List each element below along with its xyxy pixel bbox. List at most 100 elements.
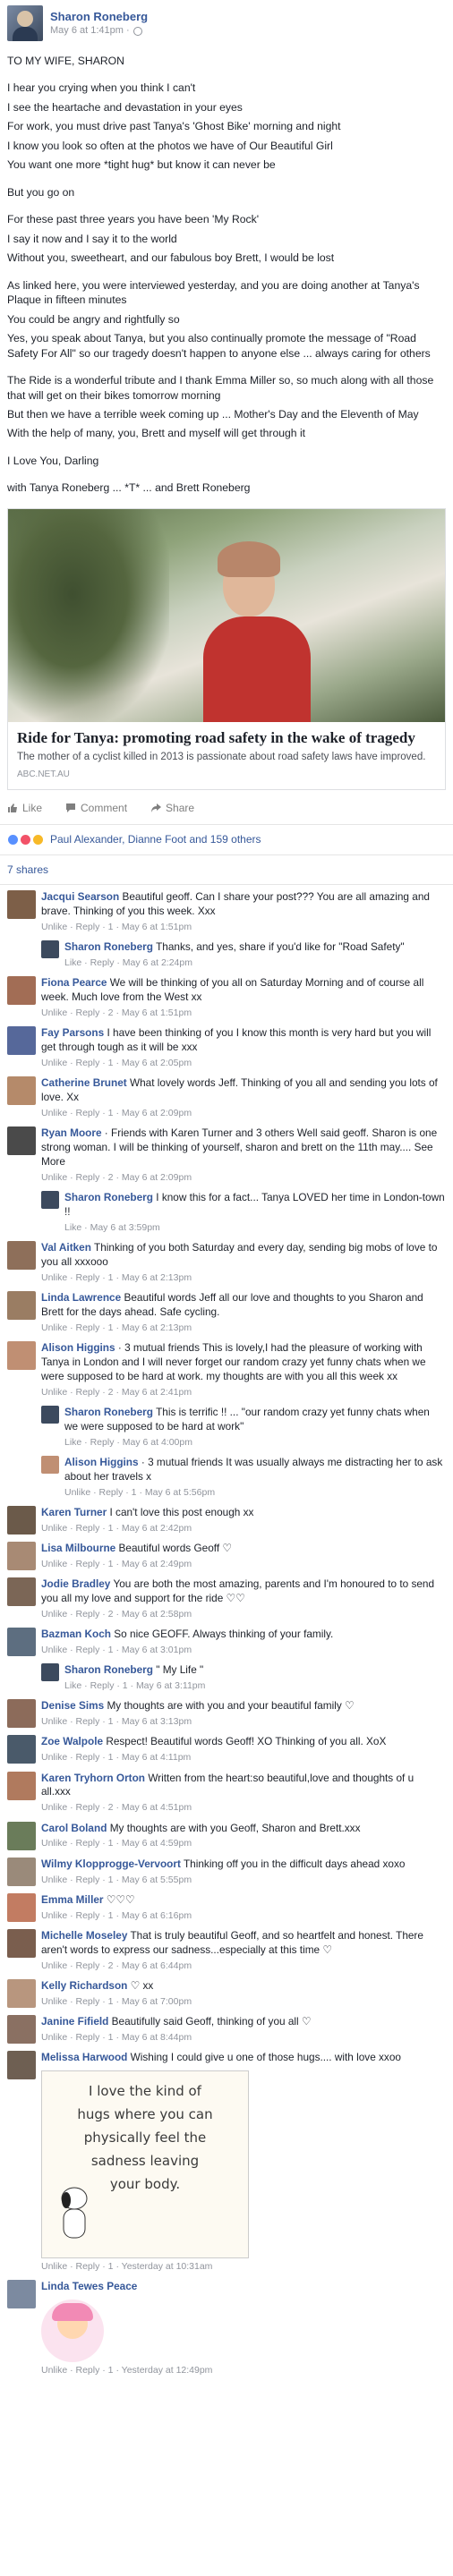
commenter-name[interactable]: Denise Sims xyxy=(41,1699,104,1712)
comment-meta[interactable]: Unlike · Reply · 1 · May 6 at 2:09pm xyxy=(41,1107,446,1119)
commenter-name[interactable]: Kelly Richardson xyxy=(41,1979,127,1992)
commenter-name[interactable]: Sharon Roneberg xyxy=(64,1663,153,1676)
commenter-avatar[interactable] xyxy=(7,889,36,919)
commenter-name[interactable]: Karen Tryhorn Orton xyxy=(41,1772,145,1784)
commenter-name[interactable]: Zoe Walpole xyxy=(41,1735,103,1747)
share-button[interactable]: Share xyxy=(150,801,194,815)
commenter-avatar[interactable] xyxy=(7,1771,36,1800)
commenter-name[interactable]: Sharon Roneberg xyxy=(64,1191,153,1203)
comment-meta[interactable]: Unlike · Reply · 1 · May 6 at 2:13pm xyxy=(41,1271,446,1284)
commenter-avatar[interactable] xyxy=(7,1821,36,1850)
commenter-avatar[interactable] xyxy=(7,1928,36,1958)
like-button[interactable]: Like xyxy=(7,801,42,815)
commenter-name[interactable]: Catherine Brunet xyxy=(41,1076,127,1089)
commenter-name[interactable]: Lisa Milbourne xyxy=(41,1542,115,1554)
commenter-avatar[interactable] xyxy=(7,1628,36,1657)
commenter-name[interactable]: Melissa Harwood xyxy=(41,2051,127,2063)
comment-meta[interactable]: Unlike · Reply · 1 · Yesterday at 10:31a… xyxy=(41,2260,446,2273)
comment-meta[interactable]: Unlike · Reply · 1 · May 6 at 7:00pm xyxy=(41,1995,446,2008)
comment-meta[interactable]: Unlike · Reply · 1 · May 6 at 8:44pm xyxy=(41,2031,446,2044)
commenter-name[interactable]: Michelle Moseley xyxy=(41,1929,127,1942)
comment-meta[interactable]: Like · Reply · 1 · May 6 at 3:11pm xyxy=(64,1679,446,1692)
commenter-avatar[interactable] xyxy=(41,1663,59,1682)
comment-meta[interactable]: Unlike · Reply · 1 · May 6 at 3:01pm xyxy=(41,1644,446,1656)
commenter-avatar[interactable] xyxy=(7,2014,36,2044)
commenter-name[interactable]: Sharon Roneberg xyxy=(64,1406,153,1418)
commenter-name[interactable]: Sharon Roneberg xyxy=(64,940,153,953)
comment-meta[interactable]: Unlike · Reply · 2 · May 6 at 2:58pm xyxy=(41,1608,446,1620)
comment-meta[interactable]: Like · Reply · May 6 at 2:24pm xyxy=(64,956,446,969)
commenter-name[interactable]: Wilmy Klopprogge-Vervoort xyxy=(41,1858,181,1870)
author-name[interactable]: Sharon Roneberg xyxy=(50,9,148,25)
hug-quote-image[interactable]: I love the kind of hugs where you can phys… xyxy=(41,2070,249,2258)
comment-meta[interactable]: Unlike · Reply · 2 · May 6 at 2:09pm xyxy=(41,1171,446,1184)
commenter-name[interactable]: Alison Higgins xyxy=(41,1341,115,1354)
commenter-avatar[interactable] xyxy=(7,1577,36,1607)
commenter-avatar[interactable] xyxy=(7,1340,36,1370)
commenter-name[interactable]: Linda Lawrence xyxy=(41,1291,121,1304)
link-preview-card[interactable]: Ride for Tanya: promoting road safety in… xyxy=(7,507,446,791)
commenter-name[interactable]: Ryan Moore xyxy=(41,1126,102,1139)
comment-button[interactable]: Comment xyxy=(65,801,127,815)
commenter-name[interactable]: Alison Higgins xyxy=(64,1456,139,1468)
link-preview-image[interactable] xyxy=(8,508,445,722)
comment-meta[interactable]: Unlike · Reply · 1 · May 6 at 2:05pm xyxy=(41,1057,446,1069)
commenter-name[interactable]: Fiona Pearce xyxy=(41,976,107,989)
commenter-avatar[interactable] xyxy=(7,975,36,1005)
commenter-name[interactable]: Linda Tewes Peace xyxy=(41,2280,137,2292)
girl-sticker[interactable] xyxy=(41,2300,104,2363)
commenter-name[interactable]: Janine Fifield xyxy=(41,2015,108,2028)
commenter-avatar[interactable] xyxy=(7,1699,36,1729)
commenter-avatar[interactable] xyxy=(41,1190,59,1209)
commenter-avatar[interactable] xyxy=(7,1025,36,1055)
commenter-avatar[interactable] xyxy=(7,1892,36,1922)
commenter-avatar[interactable] xyxy=(7,1505,36,1535)
shares-count[interactable]: 7 shares xyxy=(0,855,453,885)
commenter-avatar[interactable] xyxy=(7,1857,36,1886)
commenter-name[interactable]: Karen Turner xyxy=(41,1506,107,1518)
comment-text-block: Sharon Roneberg " My Life " xyxy=(64,1663,446,1678)
comment-meta[interactable]: Unlike · Reply · 2 · May 6 at 2:41pm xyxy=(41,1386,446,1399)
commenter-avatar[interactable] xyxy=(7,1126,36,1155)
commenter-avatar[interactable] xyxy=(41,1455,59,1474)
comment-meta[interactable]: Like · May 6 at 3:59pm xyxy=(64,1221,446,1234)
author-avatar[interactable] xyxy=(7,5,43,41)
comment-meta[interactable]: Unlike · Reply · 1 · Yesterday at 12:49p… xyxy=(41,2364,446,2376)
commenter-avatar[interactable] xyxy=(7,1735,36,1764)
commenter-avatar[interactable] xyxy=(7,1075,36,1105)
reactions-summary[interactable]: Paul Alexander, Dianne Foot and 159 othe… xyxy=(0,825,453,855)
comment-meta[interactable]: Unlike · Reply · 2 · May 6 at 6:44pm xyxy=(41,1960,446,1972)
commenter-avatar[interactable] xyxy=(7,1978,36,2008)
commenter-name[interactable]: Bazman Koch xyxy=(41,1628,111,1640)
commenter-avatar[interactable] xyxy=(41,1405,59,1424)
comment-meta[interactable]: Unlike · Reply · 1 · May 6 at 2:13pm xyxy=(41,1322,446,1334)
comment-meta[interactable]: Unlike · Reply · 2 · May 6 at 1:51pm xyxy=(41,1007,446,1019)
comment-meta[interactable]: Unlike · Reply · 1 · May 6 at 1:51pm xyxy=(41,921,446,933)
commenter-avatar[interactable] xyxy=(7,1290,36,1320)
reactions-text[interactable]: Paul Alexander, Dianne Foot and 159 othe… xyxy=(50,832,261,846)
link-title[interactable]: Ride for Tanya: promoting road safety in… xyxy=(17,729,436,747)
comment-text-block: Zoe Walpole Respect! Beautiful words Geo… xyxy=(41,1735,446,1749)
comment-meta[interactable]: Unlike · Reply · 1 · May 6 at 3:13pm xyxy=(41,1715,446,1728)
commenter-avatar[interactable] xyxy=(41,939,59,958)
commenter-name[interactable]: Fay Parsons xyxy=(41,1026,104,1039)
commenter-avatar[interactable] xyxy=(7,1240,36,1270)
post-time[interactable]: May 6 at 1:41pm · xyxy=(50,24,148,38)
comment-meta[interactable]: Unlike · Reply · 1 · May 6 at 5:55pm xyxy=(41,1874,446,1886)
commenter-name[interactable]: Jacqui Searson xyxy=(41,890,119,903)
commenter-name[interactable]: Carol Boland xyxy=(41,1822,107,1834)
comment-meta[interactable]: Unlike · Reply · 2 · May 6 at 4:51pm xyxy=(41,1801,446,1814)
commenter-avatar[interactable] xyxy=(7,1542,36,1571)
comment-meta[interactable]: Unlike · Reply · 1 · May 6 at 5:56pm xyxy=(64,1486,446,1499)
comment-meta[interactable]: Unlike · Reply · 1 · May 6 at 6:16pm xyxy=(41,1909,446,1922)
comment-meta[interactable]: Unlike · Reply · 1 · May 6 at 2:42pm xyxy=(41,1522,446,1535)
commenter-name[interactable]: Emma Miller xyxy=(41,1893,104,1906)
comment-meta[interactable]: Unlike · Reply · 1 · May 6 at 2:49pm xyxy=(41,1558,446,1570)
comment-meta[interactable]: Unlike · Reply · 1 · May 6 at 4:59pm xyxy=(41,1837,446,1849)
commenter-name[interactable]: Val Aitken xyxy=(41,1241,91,1254)
commenter-avatar[interactable] xyxy=(7,2051,36,2079)
commenter-avatar[interactable] xyxy=(7,2280,36,2309)
comment-meta[interactable]: Unlike · Reply · 1 · May 6 at 4:11pm xyxy=(41,1751,446,1764)
comment-meta[interactable]: Like · Reply · May 6 at 4:00pm xyxy=(64,1436,446,1449)
commenter-name[interactable]: Jodie Bradley xyxy=(41,1577,110,1590)
